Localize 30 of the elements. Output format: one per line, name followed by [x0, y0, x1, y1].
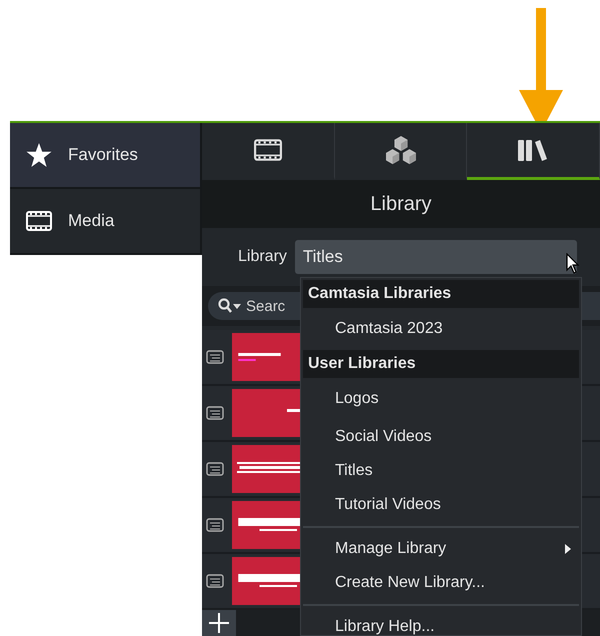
caption-icon: [206, 350, 224, 364]
menu-item[interactable]: Library Help...: [303, 610, 579, 636]
menu-header: Camtasia Libraries: [303, 280, 579, 308]
plus-icon: [209, 613, 229, 633]
menu-item[interactable]: Camtasia 2023: [303, 312, 579, 346]
menu-item[interactable]: Titles: [303, 454, 579, 488]
sidebar-item[interactable]: Media: [10, 189, 200, 255]
books-icon: [517, 138, 550, 162]
menu-item[interactable]: Tutorial Videos: [303, 488, 579, 522]
caption-icon: [206, 574, 224, 588]
cubes-icon: [384, 135, 418, 165]
sidebar-item[interactable]: Favorites: [10, 123, 200, 189]
library-dropdown[interactable]: Titles: [294, 240, 577, 274]
caption-icon: [206, 462, 224, 476]
menu-item[interactable]: Logos: [303, 382, 579, 416]
film-icon: [26, 211, 52, 231]
cursor-icon: [566, 253, 580, 275]
search-icon: [218, 298, 242, 314]
menu-item[interactable]: Social Videos: [303, 420, 579, 454]
caption-icon: [206, 518, 224, 532]
film-icon: [254, 139, 282, 161]
star-icon: [26, 142, 52, 168]
panel-title: Library: [202, 180, 600, 228]
add-button[interactable]: [202, 610, 236, 636]
menu-header: User Libraries: [303, 350, 579, 378]
menu-item[interactable]: Create New Library...: [303, 566, 579, 600]
library-label: Library: [238, 248, 287, 266]
menu-item[interactable]: Manage Library: [303, 532, 579, 566]
caption-icon: [206, 406, 224, 420]
submenu-arrow-icon: [565, 544, 571, 554]
